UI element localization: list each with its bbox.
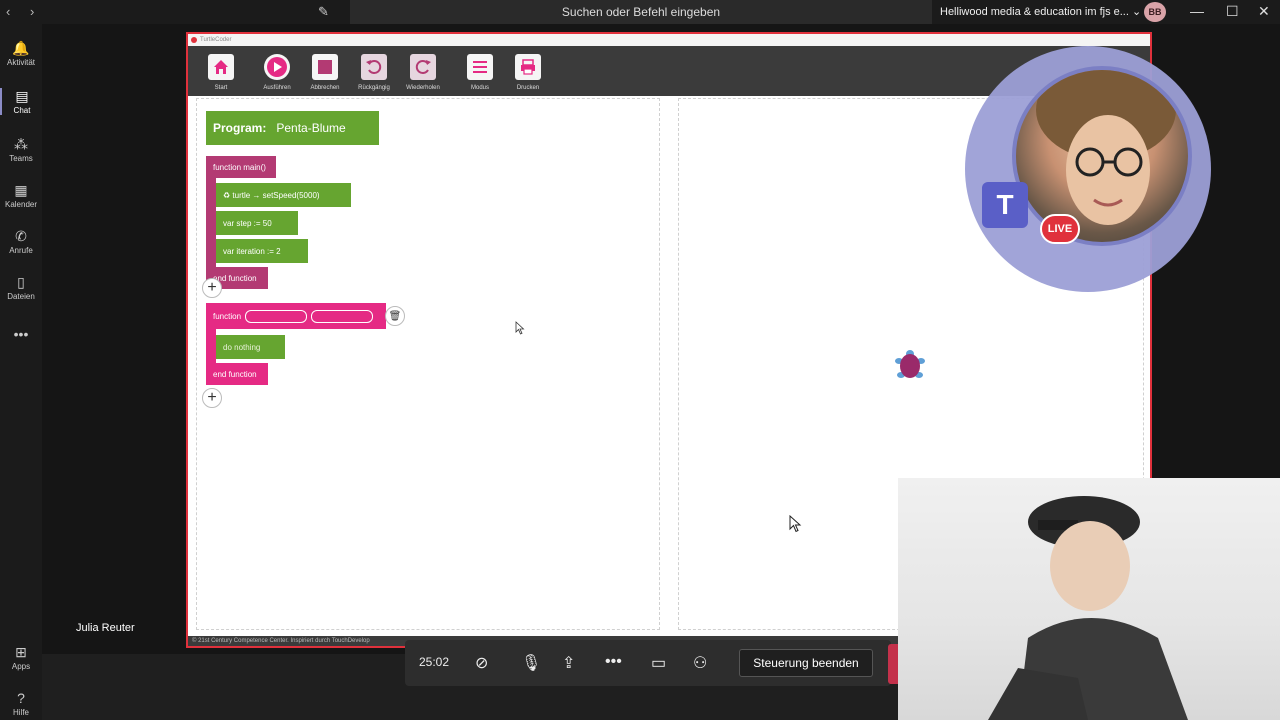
forward-icon[interactable]: › xyxy=(30,4,34,19)
stop-control-button[interactable]: Steuerung beenden xyxy=(739,649,873,677)
apps-icon: ⊞ xyxy=(15,644,27,660)
redo-button[interactable]: Wiederholen xyxy=(398,54,448,91)
phone-icon: ✆ xyxy=(15,228,27,244)
avatar[interactable]: BB xyxy=(1144,2,1166,22)
live-badge: LIVE xyxy=(1040,214,1080,244)
file-icon: ▯ xyxy=(17,274,25,290)
stop-icon xyxy=(312,54,338,80)
turtle-icon xyxy=(895,350,925,378)
print-icon xyxy=(515,54,541,80)
bell-icon: 🔔 xyxy=(12,40,30,56)
undo-button[interactable]: Rückgängig xyxy=(349,54,399,91)
mouse-cursor-icon xyxy=(515,321,525,335)
new-function-keyword: function xyxy=(213,311,242,321)
play-icon xyxy=(264,54,290,80)
microphone-icon[interactable]: 🎙 xyxy=(521,653,541,673)
rail-item-chat[interactable]: ▤ Chat xyxy=(0,88,42,115)
function-params-slot[interactable] xyxy=(311,309,374,323)
mode-button[interactable]: Modus xyxy=(455,54,505,91)
presenter-portrait xyxy=(1012,66,1192,246)
minimize-icon[interactable]: — xyxy=(1190,3,1204,19)
run-button[interactable]: Ausführen xyxy=(252,54,302,91)
calendar-icon: ▦ xyxy=(14,182,28,198)
list-icon xyxy=(467,54,493,80)
abort-button[interactable]: Abbrechen xyxy=(300,54,350,91)
app-logo-icon xyxy=(191,37,197,43)
chat-icon[interactable]: ▭ xyxy=(651,653,666,673)
webcam-person xyxy=(988,496,1188,720)
teams-titlebar: ‹ › ✎ Suchen oder Befehl eingeben Helliw… xyxy=(0,0,1280,24)
print-button[interactable]: Drucken xyxy=(503,54,553,91)
stmt-var-step[interactable]: var step := 50 xyxy=(216,211,298,235)
close-icon[interactable]: ✕ xyxy=(1258,3,1270,20)
new-function-spine xyxy=(206,329,216,363)
code-editor-pane[interactable]: Program: Penta-Blume function main() ♻ t… xyxy=(196,98,660,630)
chat-icon: ▤ xyxy=(15,88,29,104)
compose-icon[interactable]: ✎ xyxy=(318,4,329,20)
undo-icon xyxy=(361,54,387,80)
camera-off-icon[interactable]: ⊘ xyxy=(475,653,488,673)
help-icon: ? xyxy=(17,690,25,706)
mouse-cursor-icon xyxy=(789,515,802,533)
app-window-title: TurtleCoder xyxy=(200,37,232,43)
home-icon xyxy=(208,54,234,80)
search-bar[interactable]: Suchen oder Befehl eingeben xyxy=(350,0,932,24)
presenter-name: Julia Reuter xyxy=(76,622,135,634)
redo-icon xyxy=(410,54,436,80)
app-titlebar: TurtleCoder xyxy=(188,34,1150,46)
stmt-do-nothing[interactable]: do nothing xyxy=(216,335,285,359)
rail-item-teams[interactable]: ⁂ Teams xyxy=(0,136,42,163)
rail-item-files[interactable]: ▯ Dateien xyxy=(0,274,42,301)
trash-icon[interactable]: 🗑 xyxy=(385,306,405,326)
search-placeholder: Suchen oder Befehl eingeben xyxy=(561,5,721,19)
add-block-icon[interactable]: + xyxy=(202,278,222,298)
function-main-block[interactable]: function main() xyxy=(206,156,276,178)
back-icon[interactable]: ‹ xyxy=(6,4,10,19)
meeting-control-bar: 25:02 ⊘ 🎙 ⇪ ••• ▭ ⚇ Steuerung beenden xyxy=(405,640,891,686)
org-switcher[interactable]: Helliwood media & education im fjs e... … xyxy=(940,5,1141,18)
webcam-feed xyxy=(898,478,1280,720)
more-apps-icon[interactable]: ••• xyxy=(0,326,42,342)
add-block-icon[interactable]: + xyxy=(202,388,222,408)
participants-icon[interactable]: ⚇ xyxy=(693,653,707,673)
program-label: Program: xyxy=(213,121,267,135)
share-screen-icon[interactable]: ⇪ xyxy=(562,653,575,673)
stmt-set-speed[interactable]: ♻ turtle → setSpeed(5000) xyxy=(216,183,351,207)
program-name[interactable]: Penta-Blume xyxy=(276,121,345,135)
start-button[interactable]: Start xyxy=(196,54,246,91)
meeting-timer: 25:02 xyxy=(419,655,450,669)
program-header[interactable]: Program: Penta-Blume xyxy=(206,111,379,145)
rail-item-calls[interactable]: ✆ Anrufe xyxy=(0,228,42,255)
maximize-icon[interactable]: ☐ xyxy=(1226,3,1239,20)
more-options-icon[interactable]: ••• xyxy=(605,653,622,671)
end-new-function-block[interactable]: end function xyxy=(206,363,268,385)
new-function-block[interactable]: function xyxy=(206,303,386,329)
rail-item-apps[interactable]: ⊞ Apps xyxy=(0,644,42,671)
stmt-var-iteration[interactable]: var iteration := 2 xyxy=(216,239,308,263)
teams-logo-icon: T xyxy=(982,182,1028,228)
function-name-slot[interactable] xyxy=(245,309,308,323)
teams-icon: ⁂ xyxy=(14,136,28,152)
rail-item-activity[interactable]: 🔔 Aktivität xyxy=(0,40,42,67)
rail-item-help[interactable]: ? Hilfe xyxy=(0,690,42,717)
teams-rail: 🔔 Aktivität ▤ Chat ⁂ Teams ▦ Kalender ✆ … xyxy=(0,24,42,720)
rail-item-calendar[interactable]: ▦ Kalender xyxy=(0,182,42,209)
